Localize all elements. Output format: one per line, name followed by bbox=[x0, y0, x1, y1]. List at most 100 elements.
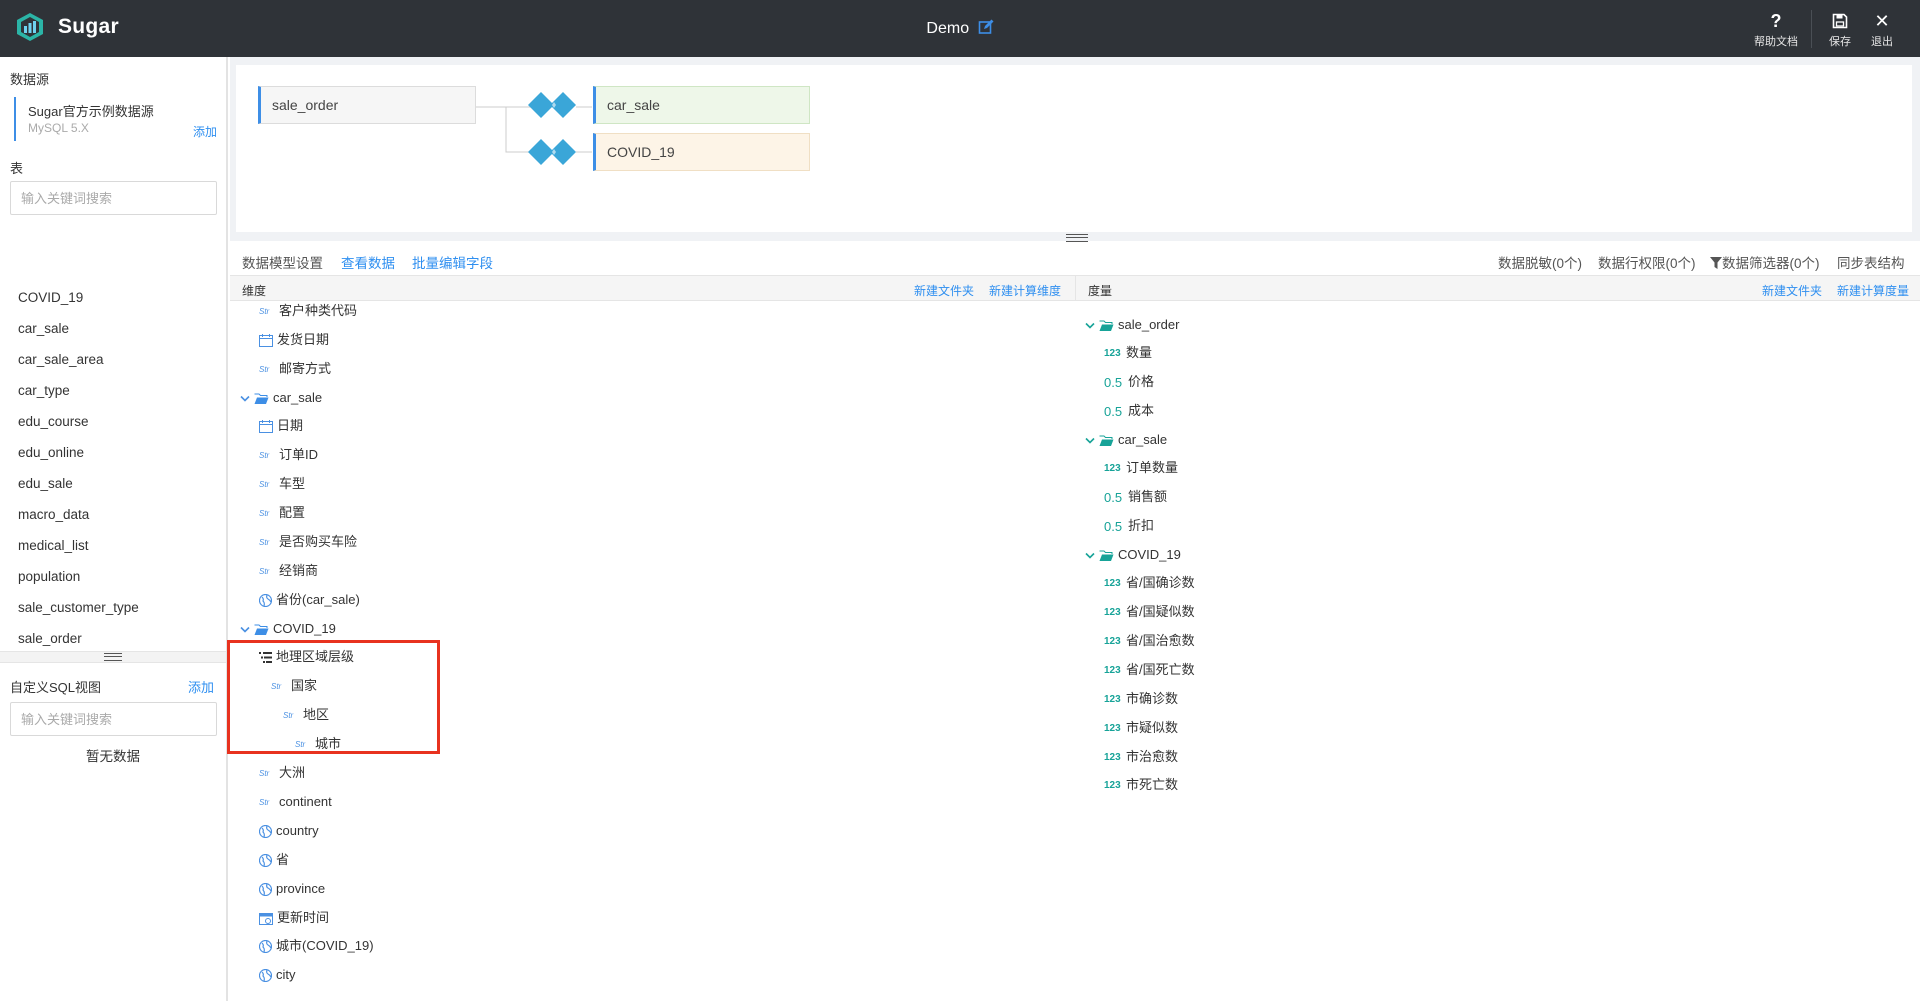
field-row[interactable]: 发货日期 bbox=[259, 329, 329, 351]
table-node-covid-19[interactable]: COVID_19 bbox=[593, 133, 810, 171]
table-item[interactable]: edu_online bbox=[18, 437, 139, 468]
field-row[interactable]: 123 市治愈数 bbox=[1104, 746, 1178, 768]
field-row[interactable]: Str 车型 bbox=[259, 473, 305, 495]
chevron-down-icon[interactable] bbox=[1085, 437, 1095, 445]
field-row[interactable]: province bbox=[259, 878, 325, 900]
sql-search-input[interactable] bbox=[10, 702, 217, 736]
datasource-item[interactable]: Sugar官方示例数据源 MySQL 5.X bbox=[14, 97, 218, 141]
table-node-car-sale[interactable]: car_sale bbox=[593, 86, 810, 124]
table-item[interactable]: edu_sale bbox=[18, 468, 139, 499]
folder-row[interactable]: sale_order bbox=[1085, 314, 1179, 336]
field-row[interactable]: 123 省/国治愈数 bbox=[1104, 630, 1195, 652]
datasource-version: MySQL 5.X bbox=[28, 121, 89, 135]
field-row[interactable]: 省 bbox=[259, 849, 289, 871]
table-item[interactable]: COVID_19 bbox=[18, 282, 139, 313]
sql-view-add-link[interactable]: 添加 bbox=[188, 677, 214, 696]
field-label: country bbox=[276, 823, 319, 838]
field-row[interactable]: Str 城市 bbox=[295, 733, 341, 755]
field-row[interactable]: Str 大洲 bbox=[259, 762, 305, 784]
field-row[interactable]: Str 订单ID bbox=[259, 444, 318, 466]
table-item[interactable]: car_sale_area bbox=[18, 344, 139, 375]
field-row[interactable]: Str continent bbox=[259, 791, 332, 813]
field-row[interactable]: 123 订单数量 bbox=[1104, 457, 1178, 479]
save-button[interactable]: 保存 bbox=[1822, 12, 1858, 49]
help-docs-button[interactable]: ? 帮助文档 bbox=[1748, 12, 1804, 49]
field-row[interactable]: 123 市死亡数 bbox=[1104, 774, 1178, 796]
dimensions-header: 维度 新建文件夹 新建计算维度 bbox=[230, 275, 1075, 301]
field-label: 是否购买车险 bbox=[279, 534, 358, 549]
field-row[interactable]: 123 市疑似数 bbox=[1104, 717, 1178, 739]
globe-icon bbox=[259, 969, 272, 983]
table-item[interactable]: edu_course bbox=[18, 406, 139, 437]
field-label: 数量 bbox=[1126, 345, 1153, 360]
globe-icon bbox=[259, 825, 272, 839]
field-label: 销售额 bbox=[1128, 489, 1168, 504]
field-row[interactable]: 省份(car_sale) bbox=[259, 589, 360, 611]
table-item[interactable]: car_type bbox=[18, 375, 139, 406]
field-row[interactable]: Str 是否购买车险 bbox=[259, 531, 357, 553]
table-item[interactable]: sale_customer_type bbox=[18, 592, 139, 623]
folder-row[interactable]: car_sale bbox=[1085, 429, 1167, 451]
data-masking-link[interactable]: 数据脱敏(0个) bbox=[1498, 252, 1582, 272]
field-row[interactable]: city bbox=[259, 964, 296, 986]
field-row[interactable]: Str 客户种类代码 bbox=[259, 300, 357, 322]
field-row[interactable]: Str 国家 bbox=[271, 675, 317, 697]
field-row[interactable]: 更新时间 bbox=[259, 907, 329, 929]
folder-row[interactable]: COVID_19 bbox=[240, 618, 336, 640]
folder-row[interactable]: car_sale bbox=[240, 387, 322, 409]
model-settings-tab[interactable]: 数据模型设置 bbox=[242, 252, 323, 272]
hierarchy-row[interactable]: 地理区域层级 bbox=[259, 646, 354, 668]
chevron-down-icon[interactable] bbox=[240, 395, 250, 403]
measures-new-calc-link[interactable]: 新建计算度量 bbox=[1837, 282, 1909, 299]
field-row[interactable]: 123 数量 bbox=[1104, 342, 1152, 364]
field-row[interactable]: 123 市确诊数 bbox=[1104, 688, 1178, 710]
integer-type-icon: 123 bbox=[1104, 751, 1121, 763]
field-row[interactable]: 123 省/国确诊数 bbox=[1104, 572, 1195, 594]
field-row[interactable]: 0.5 折扣 bbox=[1104, 515, 1154, 537]
data-filter-label: 数据筛选器(0个) bbox=[1722, 256, 1820, 271]
string-type-icon: Str bbox=[259, 566, 270, 576]
sidebar-resize-handle[interactable] bbox=[0, 651, 226, 663]
chevron-down-icon[interactable] bbox=[1085, 552, 1095, 560]
data-filter-link[interactable]: 数据筛选器(0个) bbox=[1710, 252, 1820, 272]
folder-row[interactable]: COVID_19 bbox=[1085, 544, 1181, 566]
sugar-logo-icon bbox=[17, 13, 43, 41]
field-row[interactable]: 0.5 价格 bbox=[1104, 371, 1154, 393]
row-permission-link[interactable]: 数据行权限(0个) bbox=[1598, 252, 1696, 272]
exit-button[interactable]: ✕ 退出 bbox=[1864, 12, 1900, 49]
measures-new-folder-link[interactable]: 新建文件夹 bbox=[1762, 282, 1822, 299]
chevron-down-icon[interactable] bbox=[1085, 322, 1095, 330]
dimensions-new-folder-link[interactable]: 新建文件夹 bbox=[914, 282, 974, 299]
canvas-resize-handle[interactable] bbox=[230, 230, 1920, 246]
dimensions-new-calc-link[interactable]: 新建计算维度 bbox=[989, 282, 1061, 299]
field-row[interactable]: 城市(COVID_19) bbox=[259, 935, 374, 957]
field-row[interactable]: 0.5 成本 bbox=[1104, 400, 1154, 422]
chevron-down-icon[interactable] bbox=[240, 626, 250, 634]
view-data-link[interactable]: 查看数据 bbox=[341, 252, 395, 272]
field-label: 更新时间 bbox=[277, 910, 330, 925]
table-item[interactable]: medical_list bbox=[18, 530, 139, 561]
field-row[interactable]: 日期 bbox=[259, 415, 303, 437]
datasource-add-link[interactable]: 添加 bbox=[193, 123, 217, 140]
field-row[interactable]: Str 邮寄方式 bbox=[259, 358, 331, 380]
table-item[interactable]: population bbox=[18, 561, 139, 592]
table-node-sale-order[interactable]: sale_order bbox=[258, 86, 476, 124]
field-row[interactable]: 0.5 销售额 bbox=[1104, 486, 1167, 508]
edit-icon[interactable] bbox=[978, 19, 994, 35]
table-search-input[interactable] bbox=[10, 181, 217, 215]
field-row[interactable]: Str 地区 bbox=[283, 704, 329, 726]
table-item[interactable]: sale_order bbox=[18, 623, 139, 654]
left-join-icon[interactable] bbox=[526, 90, 578, 120]
left-join-icon[interactable] bbox=[526, 137, 578, 167]
field-row[interactable]: Str 经销商 bbox=[259, 560, 318, 582]
field-row[interactable]: 123 省/国疑似数 bbox=[1104, 601, 1195, 623]
table-item[interactable]: macro_data bbox=[18, 499, 139, 530]
field-row[interactable]: 123 省/国死亡数 bbox=[1104, 659, 1195, 681]
field-row[interactable]: Str 配置 bbox=[259, 502, 305, 524]
batch-edit-link[interactable]: 批量编辑字段 bbox=[412, 252, 493, 272]
field-label: 省 bbox=[276, 852, 290, 867]
field-row[interactable]: country bbox=[259, 820, 319, 842]
sync-schema-link[interactable]: 同步表结构 bbox=[1837, 252, 1905, 272]
node-label: COVID_19 bbox=[607, 144, 675, 160]
table-item[interactable]: car_sale bbox=[18, 313, 139, 344]
